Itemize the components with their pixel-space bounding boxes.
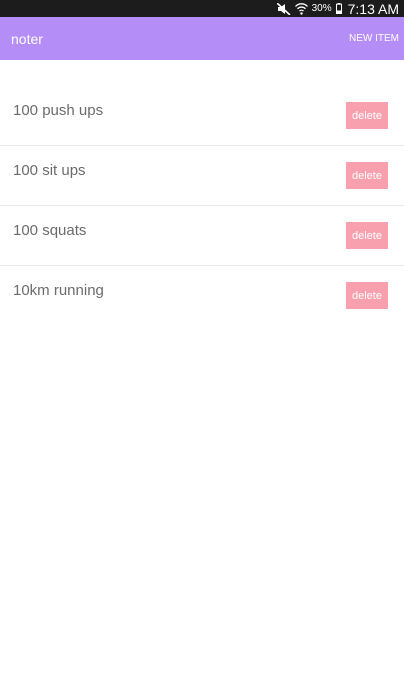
list-item: 100 push ups delete <box>0 86 404 146</box>
mute-icon <box>276 2 291 15</box>
app-title: noter <box>11 30 43 47</box>
list-item: 10km running delete <box>0 266 404 326</box>
item-text: 100 squats <box>13 222 87 239</box>
battery-icon <box>335 3 342 14</box>
clock: 7:13 AM <box>347 0 399 17</box>
delete-button[interactable]: delete <box>346 282 388 309</box>
wifi-icon <box>294 2 308 15</box>
list-item: 100 squats delete <box>0 206 404 266</box>
item-text: 100 push ups <box>13 102 104 119</box>
app-bar: noter NEW ITEM <box>0 17 404 60</box>
delete-button[interactable]: delete <box>346 222 388 249</box>
item-text: 100 sit ups <box>13 162 86 179</box>
list-item: 100 sit ups delete <box>0 146 404 206</box>
item-list: 100 push ups delete 100 sit ups delete 1… <box>0 86 404 326</box>
battery-percent: 30% <box>311 3 332 14</box>
delete-button[interactable]: delete <box>346 162 388 189</box>
status-bar: 30% 7:13 AM <box>0 0 404 17</box>
delete-button[interactable]: delete <box>346 102 388 129</box>
item-text: 10km running <box>13 282 104 299</box>
new-item-button[interactable]: NEW ITEM <box>349 33 399 44</box>
